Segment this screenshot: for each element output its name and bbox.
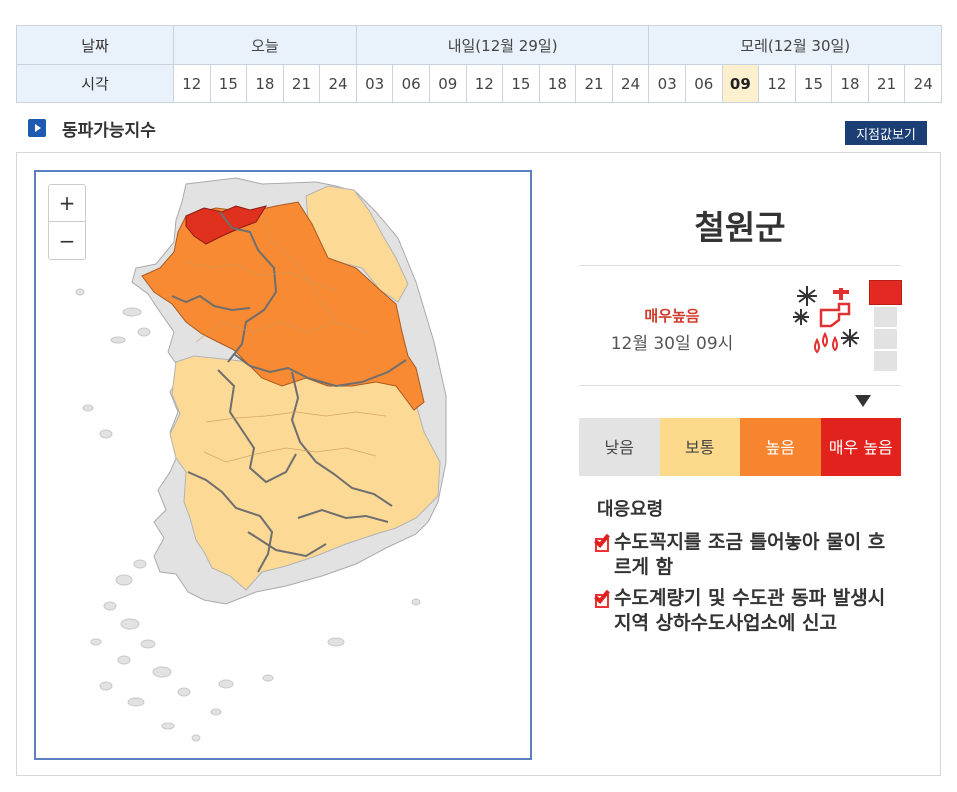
korea-map[interactable]: + −: [34, 170, 532, 760]
hour-cell[interactable]: 18: [246, 64, 284, 103]
hour-cell[interactable]: 09: [721, 64, 760, 103]
mini-level-normal: [874, 329, 897, 349]
forecast-time: 12월 30일 09시: [610, 334, 734, 354]
hour-cell[interactable]: 21: [282, 64, 321, 103]
response-item: 수도계량기 및 수도관 동파 발생시 지역 상하수도사업소에 신고: [592, 586, 892, 636]
frozen-pipe-icon: [793, 286, 859, 354]
section-arrow-icon: [28, 119, 46, 137]
zoom-controls: + −: [48, 184, 86, 260]
hour-cell[interactable]: 12: [758, 64, 796, 103]
mini-level-scale: [869, 280, 903, 373]
time-header: 시각: [16, 64, 174, 103]
hour-cell[interactable]: 18: [831, 64, 869, 103]
korea-map-svg[interactable]: [36, 172, 530, 758]
hour-cell[interactable]: 09: [428, 64, 467, 103]
check-icon: [592, 587, 614, 610]
hour-cell[interactable]: 21: [867, 64, 906, 103]
hour-cell[interactable]: 24: [904, 64, 943, 103]
hour-cell[interactable]: 18: [538, 64, 577, 103]
hour-cell[interactable]: 15: [209, 64, 248, 103]
hour-cell[interactable]: 03: [648, 64, 686, 103]
check-icon: [592, 531, 614, 554]
day-after-tomorrow: 모레(12월 30일): [648, 25, 943, 65]
level-label: 매우높음: [644, 307, 700, 325]
date-header: 날짜: [16, 25, 174, 65]
level-legend: 낮음 보통 높음 매우 높음: [579, 418, 901, 476]
hour-cell[interactable]: 12: [465, 64, 504, 103]
hour-cell[interactable]: 15: [502, 64, 540, 103]
day-today: 오늘: [173, 25, 357, 65]
response-title: 대응요령: [597, 499, 664, 520]
divider-mid: [579, 385, 901, 386]
divider-top: [579, 265, 901, 266]
region-name: 철원군: [694, 208, 786, 247]
point-values-button[interactable]: 지점값보기: [845, 121, 927, 145]
hour-cell[interactable]: 06: [392, 64, 430, 103]
legend-normal: 보통: [659, 418, 740, 476]
zoom-in-button[interactable]: +: [49, 185, 85, 222]
hour-cell[interactable]: 15: [794, 64, 833, 103]
hour-cell[interactable]: 12: [173, 64, 211, 103]
hour-cell[interactable]: 24: [611, 64, 650, 103]
mini-level-high: [874, 307, 897, 327]
index-panel: + − 철원군 매우높음 12월 30일 09시 낮음 보통 높음 매우 높음 …: [16, 152, 941, 776]
mini-level-very-high: [869, 280, 902, 305]
mini-level-low: [874, 351, 897, 371]
hour-cell[interactable]: 06: [685, 64, 723, 103]
legend-very-high: 매우 높음: [820, 418, 901, 476]
section-header: 동파가능지수: [28, 117, 156, 141]
day-tomorrow: 내일(12월 29일): [355, 25, 650, 65]
response-item: 수도꼭지를 조금 틀어놓아 물이 흐르게 함: [592, 530, 892, 580]
forecast-time-table: 날짜 오늘 내일(12월 29일) 모레(12월 30일) 시각 12 15 18 2…: [16, 25, 943, 103]
hour-cell[interactable]: 03: [355, 64, 394, 103]
hour-cell[interactable]: 21: [575, 64, 613, 103]
hour-cell[interactable]: 24: [319, 64, 357, 103]
legend-low: 낮음: [579, 418, 660, 476]
section-title: 동파가능지수: [62, 120, 156, 141]
response-list: 수도꼭지를 조금 틀어놓아 물이 흐르게 함 수도계량기 및 수도관 동파 발생…: [592, 530, 892, 642]
legend-high: 높음: [740, 418, 821, 476]
zoom-out-button[interactable]: −: [49, 222, 85, 259]
level-pointer-icon: [855, 395, 871, 407]
